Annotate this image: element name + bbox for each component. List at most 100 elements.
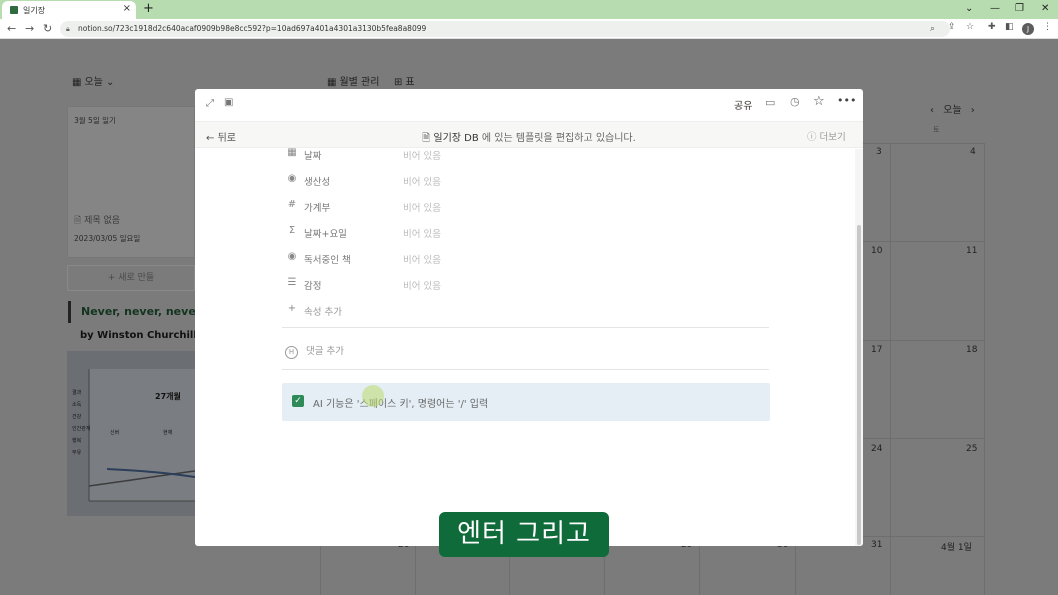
new-card-button[interactable]: + 새로 만들 [67, 265, 195, 291]
calendar-day[interactable]: 24 [871, 444, 882, 454]
property-name: 감정 [304, 281, 322, 292]
template-banner: ← 뒤로 🗎︎ 일기장 DB 에 있는 템플릿을 편집하고 있습니다. ⓘ 더보… [195, 121, 863, 148]
template-message-text: 에 있는 템플릿을 편집하고 있습니다. [481, 133, 636, 144]
calendar-icon: ▦ [287, 147, 297, 158]
card-subtitle: 2023/03/05 일요일 [74, 234, 141, 243]
formula-icon: Σ [288, 225, 296, 236]
gallery-card[interactable]: 3월 5일 일기 🗎︎ 제목 없음 2023/03/05 일요일 [67, 106, 195, 258]
back-arrow-icon[interactable]: ← [7, 19, 16, 39]
add-property-button[interactable]: + 속성 추가 [285, 301, 765, 321]
view-monthly[interactable]: ▦ 월별 관리 [327, 73, 379, 88]
property-value[interactable]: 비어 있음 [403, 148, 441, 162]
modal-scrollbar-thumb[interactable] [857, 225, 861, 545]
history-clock-icon[interactable]: ◷ [790, 95, 800, 108]
quote-text: Never, never, never [68, 301, 195, 323]
browser-menu-icon[interactable]: ⋮ [1043, 19, 1052, 35]
cal-line [984, 143, 985, 595]
prev-month-icon[interactable]: ‹ [930, 105, 934, 116]
more-options-icon[interactable]: ••• [837, 94, 856, 107]
address-bar: ← → ↻ 🔒︎ notion.so/723c1918d2c640acaf090… [0, 19, 1058, 39]
calendar-day[interactable]: 11 [966, 246, 977, 256]
info-icon: ⓘ [807, 132, 820, 143]
property-value[interactable]: 비어 있음 [403, 226, 441, 240]
zoom-icon[interactable]: ⌕ [930, 21, 935, 37]
calendar-today-button[interactable]: 오늘 [943, 105, 961, 116]
quote-author: by Winston Churchill [80, 330, 197, 341]
calendar-day[interactable]: 18 [966, 345, 977, 355]
select-icon: ◉ [287, 251, 297, 262]
share-button[interactable]: 공유 [734, 97, 752, 112]
property-row[interactable]: Σ 날짜+요일 비어 있음 [285, 223, 765, 243]
new-tab-icon[interactable]: + [143, 0, 154, 18]
expand-icon[interactable]: ⤢ [206, 98, 214, 109]
property-row[interactable]: ☰ 감정 비어 있음 [285, 275, 765, 295]
cal-line [890, 143, 891, 595]
property-row[interactable]: ◉ 생산성 비어 있음 [285, 171, 765, 191]
calendar-day[interactable]: 10 [871, 246, 882, 256]
list-icon: ☰ [287, 277, 297, 288]
calendar-day[interactable]: 31 [871, 540, 882, 550]
favorite-star-icon[interactable]: ☆ [813, 94, 825, 109]
property-name: 날짜 [304, 151, 322, 162]
template-db-name[interactable]: 일기장 DB [433, 133, 478, 144]
chart-image-col: 현재 [163, 430, 173, 436]
calendar-day[interactable]: 17 [871, 345, 882, 355]
browser-tab-bar: 일기장 × + ⌄ — ❐ ✕ [0, 0, 1058, 19]
next-month-icon[interactable]: › [971, 105, 975, 116]
reload-icon[interactable]: ↻ [43, 19, 52, 39]
template-page-icon: 🗎︎ [422, 133, 434, 144]
property-value[interactable]: 비어 있음 [403, 200, 441, 214]
divider [282, 327, 769, 328]
peek-mode-icon[interactable]: ▣ [224, 97, 233, 108]
minimize-icon[interactable]: — [990, 0, 1000, 18]
property-row[interactable]: # 가계부 비어 있음 [285, 197, 765, 217]
card-date: 3월 5일 일기 [74, 116, 116, 125]
forward-arrow-icon[interactable]: → [25, 19, 34, 39]
restore-icon[interactable]: ❐ [1015, 0, 1024, 18]
select-icon: ◉ [287, 173, 297, 184]
property-name: 독서중인 책 [304, 255, 351, 266]
bookmark-star-icon[interactable]: ☆ [966, 19, 974, 35]
calendar-day[interactable]: 4 [970, 147, 976, 157]
ai-hint-text: AI 기능은 '스페이스 키', 명령어는 '/' 입력 [313, 399, 489, 410]
property-value[interactable]: 비어 있음 [403, 278, 441, 292]
cal-line [863, 143, 985, 144]
divider [282, 369, 769, 370]
extensions-icon[interactable]: ✚ [988, 19, 996, 35]
url-input[interactable]: 🔒︎ notion.so/723c1918d2c640acaf0909b98e8… [60, 21, 950, 37]
cal-line [863, 241, 985, 242]
sidepanel-icon[interactable]: ◧ [1005, 19, 1014, 35]
profile-avatar[interactable]: J [1022, 23, 1034, 35]
property-row[interactable]: ▦ 날짜 비어 있음 [285, 145, 765, 165]
chart-image-label: 27개월 [155, 392, 181, 401]
share-page-icon[interactable]: ⇪ [948, 19, 956, 35]
cal-line [863, 340, 985, 341]
property-value[interactable]: 비어 있음 [403, 252, 441, 266]
window-close-icon[interactable]: ✕ [1041, 0, 1049, 18]
calendar-day[interactable]: 3 [876, 147, 882, 157]
url-text: notion.so/723c1918d2c640acaf0909b98e8cc5… [78, 24, 427, 33]
checkbox-checked-icon[interactable]: ✓ [292, 395, 304, 407]
calendar-day[interactable]: 4월 1일 [941, 540, 972, 553]
calendar-day[interactable]: 25 [966, 444, 977, 454]
tab-search-icon[interactable]: ⌄ [965, 0, 973, 18]
mouse-cursor-highlight [362, 385, 384, 407]
modal-topbar: ⤢ ▣ 공유 ▭ ◷ ☆ ••• [195, 89, 863, 121]
avatar-icon: H [285, 346, 298, 359]
tab-close-icon[interactable]: × [123, 3, 131, 14]
table-icon: ⊞ [394, 77, 403, 88]
browser-tab[interactable]: 일기장 × [2, 1, 136, 19]
comment-icon[interactable]: ▭ [765, 96, 775, 109]
more-info-button[interactable]: ⓘ 더보기 [807, 129, 846, 143]
weekday-header: 토 [933, 126, 940, 134]
chart-image-col: 신버 [110, 430, 120, 436]
cal-line [863, 438, 985, 439]
chart-image-rows: 결과 소득 건강 인간관계 행복 부유 [72, 390, 91, 456]
property-value[interactable]: 비어 있음 [403, 174, 441, 188]
add-property-label: 속성 추가 [304, 307, 342, 318]
ai-hint-block[interactable]: ✓ AI 기능은 '스페이스 키', 명령어는 '/' 입력 [282, 383, 770, 421]
add-comment-button[interactable]: H 댓글 추가 [285, 343, 344, 359]
view-today[interactable]: ▦ 오늘 ⌄ [72, 73, 114, 88]
view-table[interactable]: ⊞ 표 [394, 73, 415, 88]
property-row[interactable]: ◉ 독서중인 책 비어 있음 [285, 249, 765, 269]
